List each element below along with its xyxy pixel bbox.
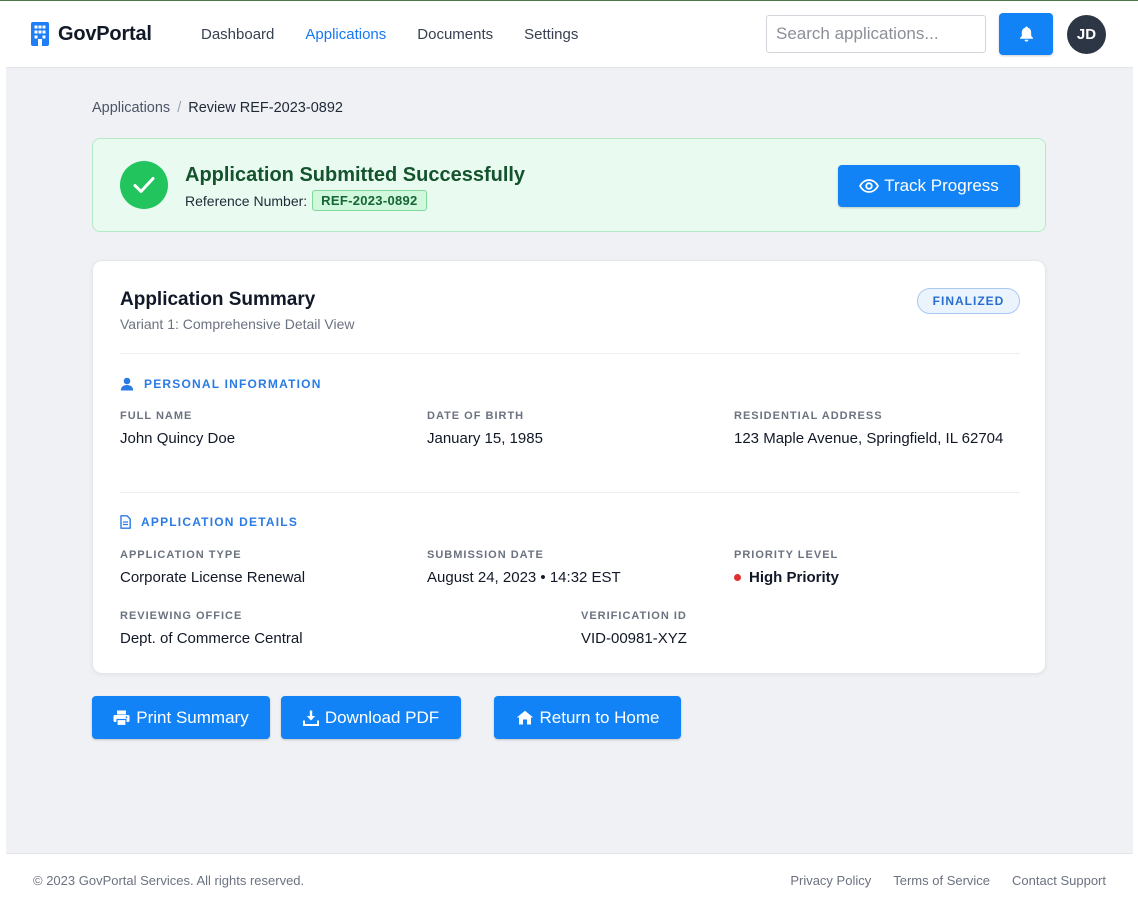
submission-date-value: August 24, 2023 • 14:32 EST <box>427 569 621 586</box>
success-banner: Application Submitted Successfully Refer… <box>92 138 1046 232</box>
app-name: GovPortal <box>58 22 152 45</box>
nav-settings[interactable]: Settings <box>524 25 578 45</box>
submission-date-field: SUBMISSION DATE August 24, 2023 • 14:32 … <box>427 549 717 588</box>
dob-field: DATE OF BIRTH January 15, 1985 <box>427 410 717 449</box>
search-input[interactable] <box>766 15 986 53</box>
footer-link-privacy[interactable]: Privacy Policy <box>790 873 871 888</box>
page-frame: GovPortal Dashboard Applications Documen… <box>6 1 1133 905</box>
full-name-value: John Quincy Doe <box>120 430 236 447</box>
personal-info-heading-text: PERSONAL INFORMATION <box>144 377 322 391</box>
reviewing-office-value: Dept. of Commerce Central <box>120 630 303 647</box>
return-home-button[interactable]: Return to Home <box>494 696 681 739</box>
download-icon <box>302 710 319 726</box>
breadcrumb-current: Review REF-2023-0892 <box>188 100 343 116</box>
nav-documents[interactable]: Documents <box>417 25 493 45</box>
printer-icon <box>113 710 130 726</box>
eye-icon <box>859 179 880 193</box>
priority-label: PRIORITY LEVEL <box>734 549 839 561</box>
verification-id-field: VERIFICATION ID VID-00981-XYZ <box>581 610 1001 649</box>
reference-badge: REF-2023-0892 <box>312 190 427 211</box>
user-icon <box>120 377 134 391</box>
track-progress-button[interactable]: Track Progress <box>838 165 1020 207</box>
full-name-label: FULL NAME <box>120 410 193 422</box>
reference-number-row: Reference Number: REF-2023-0892 <box>185 190 427 211</box>
download-pdf-label: Download PDF <box>324 707 440 727</box>
application-details-heading: APPLICATION DETAILS <box>120 515 298 529</box>
reviewing-office-label: REVIEWING OFFICE <box>120 610 243 622</box>
full-name-field: FULL NAME John Quincy Doe <box>120 410 410 449</box>
nav-dashboard[interactable]: Dashboard <box>201 25 274 45</box>
address-value: 123 Maple Avenue, Springfield, IL 62704 <box>734 430 1004 447</box>
breadcrumb: Applications / Review REF-2023-0892 <box>92 99 343 117</box>
verification-id-label: VERIFICATION ID <box>581 610 687 622</box>
footer-link-terms[interactable]: Terms of Service <box>893 873 990 888</box>
building-icon <box>31 22 49 46</box>
print-summary-label: Print Summary <box>136 707 249 727</box>
home-icon <box>516 710 533 725</box>
divider <box>120 353 1020 354</box>
personal-info-heading: PERSONAL INFORMATION <box>120 377 322 391</box>
copyright-text: © 2023 GovPortal Services. All rights re… <box>33 873 305 888</box>
application-summary-card: Application Summary Variant 1: Comprehen… <box>92 260 1046 674</box>
top-header: GovPortal Dashboard Applications Documen… <box>6 1 1133 68</box>
notifications-button[interactable] <box>999 13 1053 55</box>
application-details-heading-text: APPLICATION DETAILS <box>141 515 299 529</box>
nav-applications[interactable]: Applications <box>305 25 386 45</box>
application-type-value: Corporate License Renewal <box>120 569 306 586</box>
address-field: RESIDENTIAL ADDRESS 123 Maple Avenue, Sp… <box>734 410 1004 449</box>
main-nav: Dashboard Applications Documents Setting… <box>201 25 609 45</box>
priority-field: PRIORITY LEVEL High Priority <box>734 549 1004 588</box>
priority-dot-icon <box>734 574 741 581</box>
summary-subtitle: Variant 1: Comprehensive Detail View <box>120 316 355 332</box>
track-progress-label: Track Progress <box>884 176 999 195</box>
check-circle-icon <box>120 161 168 209</box>
verification-id-value: VID-00981-XYZ <box>581 630 687 647</box>
bell-icon <box>1019 26 1033 42</box>
footer-link-support[interactable]: Contact Support <box>1012 873 1106 888</box>
print-summary-button[interactable]: Print Summary <box>92 696 270 739</box>
summary-title: Application Summary <box>120 289 316 310</box>
app-logo[interactable]: GovPortal <box>31 21 152 47</box>
submission-date-label: SUBMISSION DATE <box>427 549 544 561</box>
reviewing-office-field: REVIEWING OFFICE Dept. of Commerce Centr… <box>120 610 540 649</box>
reference-label: Reference Number: <box>185 192 308 209</box>
footer-links: Privacy Policy Terms of Service Contact … <box>768 873 1106 888</box>
user-avatar[interactable]: JD <box>1067 15 1106 54</box>
return-home-label: Return to Home <box>539 707 660 727</box>
breadcrumb-separator: / <box>177 100 182 116</box>
dob-value: January 15, 1985 <box>427 430 543 447</box>
divider <box>120 492 1020 493</box>
document-icon <box>120 515 131 529</box>
download-pdf-button[interactable]: Download PDF <box>281 696 461 739</box>
banner-title: Application Submitted Successfully <box>185 164 526 186</box>
application-type-label: APPLICATION TYPE <box>120 549 242 561</box>
application-type-field: APPLICATION TYPE Corporate License Renew… <box>120 549 410 588</box>
priority-text: High Priority <box>749 569 840 586</box>
address-label: RESIDENTIAL ADDRESS <box>734 410 883 422</box>
priority-value: High Priority <box>734 567 1004 588</box>
page-footer: © 2023 GovPortal Services. All rights re… <box>6 853 1133 905</box>
dob-label: DATE OF BIRTH <box>427 410 525 422</box>
status-badge: FINALIZED <box>917 288 1020 314</box>
breadcrumb-parent[interactable]: Applications <box>92 100 170 116</box>
